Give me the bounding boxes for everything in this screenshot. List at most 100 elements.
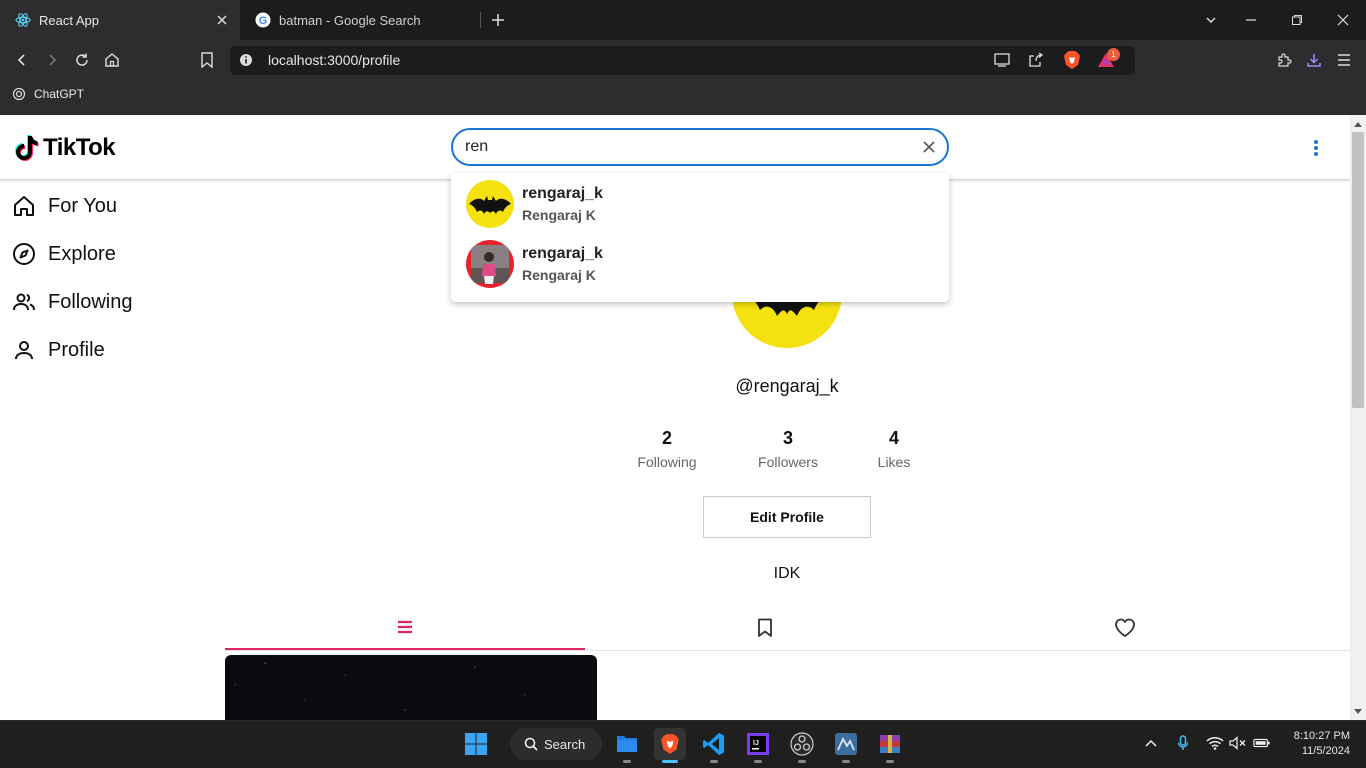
sidebar-item-label: Explore — [48, 242, 116, 265]
stat-label: Following — [637, 454, 697, 470]
result-fullname: Rengaraj K — [522, 267, 596, 283]
video-thumbnail[interactable] — [225, 655, 597, 720]
minimize-button[interactable] — [1241, 10, 1261, 30]
browser-tab-google-search[interactable]: G batman - Google Search — [240, 0, 480, 40]
profile-handle: @rengaraj_k — [735, 376, 839, 396]
site-info-icon[interactable] — [236, 50, 256, 70]
volume-muted-icon[interactable] — [1229, 734, 1247, 752]
intellij-app[interactable]: IJ — [742, 728, 774, 763]
chatgpt-icon — [12, 87, 26, 101]
tab-videos[interactable] — [225, 605, 585, 650]
logo-text: TikTok — [43, 134, 116, 161]
reload-icon[interactable] — [72, 50, 92, 70]
stat-value: 4 — [888, 428, 899, 448]
stat-followers[interactable]: 3 Followers — [748, 428, 828, 470]
new-tab-button[interactable] — [488, 10, 508, 30]
stat-label: Followers — [758, 454, 818, 470]
tiktok-note-icon — [15, 135, 39, 161]
url-text: localhost:3000/profile — [268, 52, 401, 68]
sidebar-item-for-you[interactable]: For You — [12, 191, 117, 221]
tab-saved[interactable] — [585, 605, 945, 651]
avatar — [466, 180, 514, 228]
tab-search-chevron-icon[interactable] — [1201, 10, 1221, 30]
search-box[interactable] — [451, 128, 949, 166]
battery-icon[interactable] — [1253, 734, 1271, 752]
bookmarks-bar — [0, 80, 1366, 115]
forward-icon[interactable] — [42, 50, 62, 70]
bookmark-chatgpt[interactable]: ChatGPT — [12, 87, 84, 101]
stat-value: 2 — [661, 428, 672, 448]
microphone-icon[interactable] — [1174, 734, 1192, 752]
heart-icon — [1114, 618, 1136, 638]
compass-icon — [12, 242, 36, 266]
home-icon — [12, 194, 36, 218]
obs-app[interactable] — [786, 728, 818, 763]
users-icon — [12, 290, 36, 314]
clock-date: 11/5/2024 — [1301, 745, 1350, 757]
search-results-dropdown: rengaraj_k Rengaraj K rengaraj_k Rengara… — [451, 173, 949, 302]
winrar-app[interactable] — [874, 728, 906, 763]
search-result-item[interactable]: rengaraj_k Rengaraj K — [466, 240, 603, 288]
wifi-icon[interactable] — [1206, 734, 1224, 752]
close-tab-icon[interactable] — [214, 12, 230, 28]
vscode-icon — [702, 732, 726, 756]
clear-search-icon[interactable] — [921, 139, 937, 155]
stat-following[interactable]: 2 Following — [627, 428, 707, 470]
sidebar-item-profile[interactable]: Profile — [12, 335, 105, 365]
tab-separator — [480, 12, 481, 28]
brave-icon — [660, 733, 680, 755]
brave-shield-icon[interactable] — [1062, 50, 1082, 70]
taskbar-clock[interactable]: 8:10:27 PM 11/5/2024 — [1280, 729, 1350, 759]
start-button[interactable] — [460, 728, 492, 760]
windows-icon — [464, 732, 488, 756]
tiktok-logo[interactable]: TikTok — [15, 134, 116, 162]
tab-liked[interactable] — [945, 605, 1305, 651]
chevron-up-icon[interactable] — [1142, 734, 1160, 752]
close-window-button[interactable] — [1333, 10, 1353, 30]
result-fullname: Rengaraj K — [522, 207, 596, 223]
person-icon — [12, 338, 36, 362]
restore-button[interactable] — [1287, 10, 1307, 30]
back-icon[interactable] — [12, 50, 32, 70]
download-icon[interactable] — [1304, 50, 1324, 70]
edit-profile-button[interactable]: Edit Profile — [703, 496, 871, 538]
tab-title: React App — [39, 12, 99, 28]
avatar — [466, 240, 514, 288]
search-input[interactable] — [465, 138, 905, 156]
scroll-thumb[interactable] — [1352, 132, 1364, 408]
file-explorer-app[interactable] — [611, 728, 643, 763]
svg-text:G: G — [259, 15, 268, 27]
sidebar-item-explore[interactable]: Explore — [12, 239, 116, 269]
extensions-icon[interactable] — [1274, 50, 1294, 70]
bookmark-label: ChatGPT — [34, 87, 85, 101]
vscode-app[interactable] — [698, 728, 730, 763]
tab-title: batman - Google Search — [279, 12, 421, 28]
folder-icon — [615, 733, 639, 755]
scroll-down-icon[interactable] — [1352, 706, 1364, 718]
taskbar-search[interactable]: Search — [510, 728, 602, 760]
browser-tab-react-app[interactable]: React App — [0, 0, 240, 40]
mysql-workbench-app[interactable] — [830, 728, 862, 763]
notification-badge: 1 — [1107, 48, 1120, 61]
brave-browser-app[interactable] — [654, 728, 686, 763]
svg-text:IJ: IJ — [753, 740, 759, 747]
profile-bio: IDK — [773, 565, 801, 582]
obs-icon — [790, 732, 814, 756]
cast-icon[interactable] — [992, 50, 1012, 70]
sidebar-item-following[interactable]: Following — [12, 287, 132, 317]
sidebar-item-label: Following — [48, 290, 133, 313]
bookmark-page-icon[interactable] — [197, 50, 217, 70]
result-username: rengaraj_k — [522, 245, 603, 262]
search-result-item[interactable]: rengaraj_k Rengaraj K — [466, 180, 603, 228]
react-icon — [15, 12, 31, 28]
share-icon[interactable] — [1026, 50, 1046, 70]
google-icon: G — [255, 12, 271, 28]
home-browser-icon[interactable] — [102, 50, 122, 70]
stat-label: Likes — [877, 454, 911, 470]
menu-icon[interactable] — [1334, 50, 1354, 70]
bookmark-icon — [757, 618, 773, 638]
scroll-up-icon[interactable] — [1352, 118, 1364, 130]
stat-value: 3 — [782, 428, 793, 448]
more-options-icon[interactable] — [1308, 138, 1324, 158]
stat-likes: 4 Likes — [864, 428, 924, 470]
